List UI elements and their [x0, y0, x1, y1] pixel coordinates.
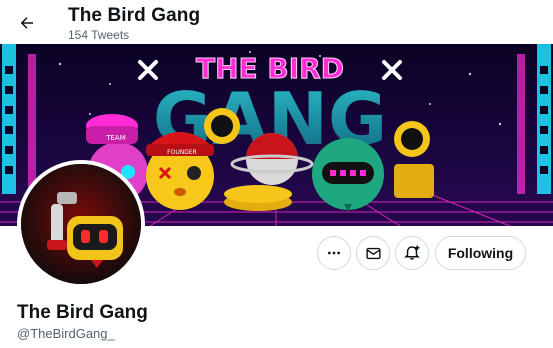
back-button[interactable] [10, 6, 44, 40]
message-button[interactable] [356, 236, 390, 270]
more-icon [328, 251, 340, 255]
yellow-bird-character: FOUNDER [146, 132, 214, 210]
profile-handle: @TheBirdGang_ [17, 326, 115, 341]
page-title: The Bird Gang [68, 5, 201, 26]
cap2-label: FOUNDER [167, 149, 197, 156]
following-button[interactable]: Following [435, 236, 526, 270]
more-button[interactable] [317, 236, 351, 270]
profile-display-name: The Bird Gang [17, 302, 148, 323]
arrow-left-icon [20, 17, 33, 29]
bell-plus-icon [404, 245, 420, 260]
cap-label: TEAM [105, 134, 126, 142]
tweet-count: 154 Tweets [68, 28, 130, 42]
avatar-artwork [21, 164, 141, 284]
envelope-icon [365, 247, 381, 259]
profile-avatar[interactable] [17, 160, 145, 288]
profile-header-bar: The Bird Gang 154 Tweets [0, 0, 553, 44]
notifications-button[interactable] [395, 236, 429, 270]
